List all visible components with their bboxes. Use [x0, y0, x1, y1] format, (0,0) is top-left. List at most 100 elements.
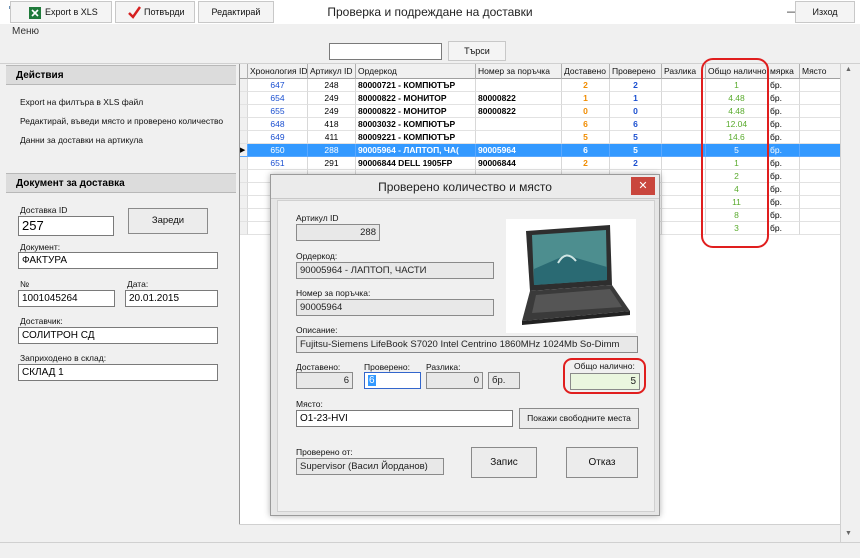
supplier-field[interactable]: СОЛИТРОН СД	[18, 327, 218, 344]
table-cell-art: 248	[308, 79, 356, 92]
checked-by-field: Supervisor (Васил Йорданов)	[296, 458, 444, 475]
table-cell-chron: 650	[248, 144, 308, 157]
row-indicator	[240, 92, 248, 105]
row-indicator-header	[240, 64, 248, 79]
table-cell-diff	[662, 92, 706, 105]
confirm-button[interactable]: Потвърди	[115, 1, 195, 23]
desc-label: Описание:	[296, 325, 338, 335]
table-cell-del: 0	[562, 105, 610, 118]
table-cell-place	[800, 196, 841, 209]
table-cell-chk: 2	[610, 79, 662, 92]
row-indicator	[240, 222, 248, 235]
action-edit-place[interactable]: Редактирай, въведи място и проверено кол…	[20, 116, 223, 126]
col-header[interactable]: Доставено	[562, 64, 610, 79]
checked-by-label: Проверено от:	[296, 447, 353, 457]
save-button[interactable]: Запис	[471, 447, 537, 478]
scroll-down-icon[interactable]: ▼	[845, 530, 852, 537]
row-indicator	[240, 209, 248, 222]
table-cell-art: 418	[308, 118, 356, 131]
col-header[interactable]: мярка	[768, 64, 800, 79]
ordercode-field: 90005964 - ЛАПТОП, ЧАСТИ	[296, 262, 494, 279]
laptop-image	[506, 219, 636, 333]
action-export-filter[interactable]: Export на филтъра в XLS файл	[20, 97, 143, 107]
cancel-button[interactable]: Отказ	[566, 447, 638, 478]
actions-header: Действия	[6, 65, 236, 85]
horizontal-scrollbar[interactable]	[239, 524, 840, 542]
col-header[interactable]: Номер за поръчка	[476, 64, 562, 79]
check-dialog: Проверено количество и място ✕ Артикул I…	[270, 174, 660, 516]
table-cell-del: 6	[562, 144, 610, 157]
table-cell-order: 80000721 - КОМПЮТЪР	[356, 79, 476, 92]
load-button[interactable]: Зареди	[128, 208, 208, 234]
delivery-id-field[interactable]: 257	[18, 216, 114, 236]
row-indicator	[240, 183, 248, 196]
col-header[interactable]: Място	[800, 64, 841, 79]
dialog-close-icon[interactable]: ✕	[631, 177, 655, 195]
table-cell-unit: бр.	[768, 118, 800, 131]
table-cell-unit: бр.	[768, 209, 800, 222]
export-label: Export в XLS	[45, 7, 98, 17]
col-header[interactable]: Разлика	[662, 64, 706, 79]
table-cell-unit: бр.	[768, 222, 800, 235]
table-cell-diff	[662, 222, 706, 235]
date-field[interactable]: 20.01.2015	[125, 290, 218, 307]
table-cell-diff	[662, 157, 706, 170]
table-cell-chron: 649	[248, 131, 308, 144]
table-cell-art: 288	[308, 144, 356, 157]
table-cell-unit: бр.	[768, 183, 800, 196]
table-cell-del: 6	[562, 118, 610, 131]
doc-field[interactable]: ФАКТУРА	[18, 252, 218, 269]
col-header[interactable]: Ордеркод	[356, 64, 476, 79]
article-id-label: Артикул ID	[296, 213, 339, 223]
edit-button[interactable]: Редактирай	[198, 1, 274, 23]
col-header[interactable]: Хронология ID	[248, 64, 308, 79]
warehouse-label: Заприходено в склад:	[20, 353, 107, 363]
table-cell-diff	[662, 79, 706, 92]
table-cell-diff	[662, 131, 706, 144]
excel-icon	[29, 7, 41, 19]
col-header[interactable]: Проверено	[610, 64, 662, 79]
table-cell-place	[800, 105, 841, 118]
exit-button[interactable]: Изход	[795, 1, 855, 23]
table-cell-diff	[662, 183, 706, 196]
row-indicator	[240, 105, 248, 118]
checkmark-icon	[128, 6, 141, 19]
table-cell-chk: 5	[610, 131, 662, 144]
doc-label: Документ:	[20, 242, 61, 252]
desc-field: Fujitsu-Siemens LifeBook S7020 Intel Cen…	[296, 336, 638, 353]
warehouse-field[interactable]: СКЛАД 1	[18, 364, 218, 381]
supplier-label: Доставчик:	[20, 316, 63, 326]
export-xls-button[interactable]: Export в XLS	[10, 1, 112, 23]
table-cell-unit: бр.	[768, 131, 800, 144]
checked-value: 6	[368, 375, 376, 386]
table-cell-unit: бр.	[768, 79, 800, 92]
table-cell-art: 249	[308, 92, 356, 105]
menu-item[interactable]: Меню	[12, 26, 39, 37]
available-column-highlight	[701, 58, 769, 248]
checked-input[interactable]: 6	[364, 372, 421, 389]
show-free-places-button[interactable]: Покажи свободните места	[519, 408, 639, 429]
table-cell-po	[476, 79, 562, 92]
document-header: Документ за доставка	[6, 173, 236, 193]
table-cell-diff	[662, 170, 706, 183]
num-field[interactable]: 1001045264	[18, 290, 115, 307]
scroll-up-icon[interactable]: ▲	[845, 66, 852, 73]
table-cell-art: 249	[308, 105, 356, 118]
search-button[interactable]: Търси	[448, 41, 506, 61]
table-cell-order: 80009221 - КОМПЮТЪР	[356, 131, 476, 144]
col-header[interactable]: Артикул ID	[308, 64, 356, 79]
action-article-deliveries[interactable]: Данни за доставки на артикула	[20, 135, 143, 145]
vertical-scrollbar[interactable]: ▲ ▼	[840, 64, 858, 542]
table-cell-po	[476, 118, 562, 131]
total-label: Общо налично:	[574, 361, 635, 371]
table-cell-diff	[662, 209, 706, 222]
table-cell-place	[800, 118, 841, 131]
table-cell-place	[800, 157, 841, 170]
ordercode-label: Ордеркод:	[296, 251, 338, 261]
place-input[interactable]: O1-23-HVI	[296, 410, 513, 427]
table-cell-unit: бр.	[768, 92, 800, 105]
table-cell-po: 90005964	[476, 144, 562, 157]
table-cell-place	[800, 209, 841, 222]
search-input[interactable]	[329, 43, 442, 60]
row-indicator	[240, 170, 248, 183]
